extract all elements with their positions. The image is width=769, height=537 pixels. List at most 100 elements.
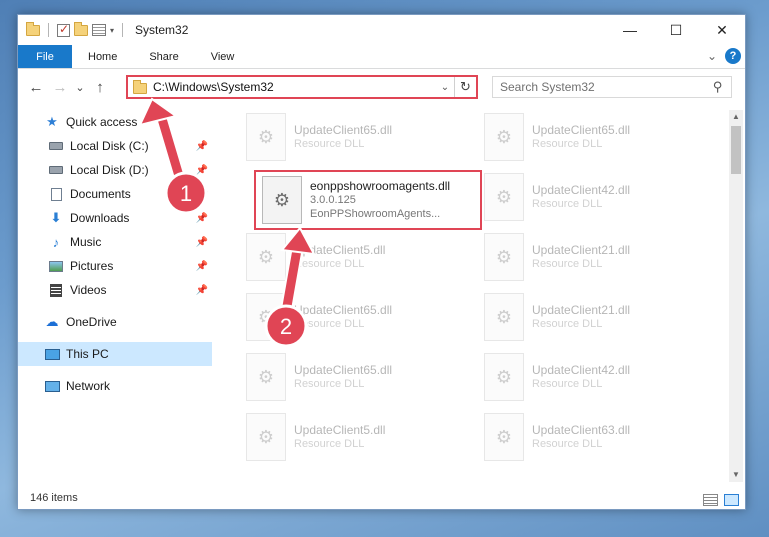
- close-button[interactable]: ✕: [699, 15, 745, 45]
- search-icon[interactable]: ⚲: [713, 79, 723, 95]
- pin-icon[interactable]: 📌: [196, 213, 208, 224]
- sidebar-item-downloads[interactable]: ⬇ Downloads 📌: [18, 206, 212, 230]
- address-path[interactable]: C:\Windows\System32: [153, 80, 436, 94]
- help-icon[interactable]: ?: [725, 48, 741, 64]
- computer-icon: [44, 346, 60, 362]
- view-buttons: [703, 494, 739, 506]
- sidebar-item-label: This PC: [66, 347, 109, 361]
- file-item[interactable]: UpdateClient21.dll Resource DLL: [478, 290, 706, 344]
- details-view-icon[interactable]: [703, 494, 718, 506]
- search-input[interactable]: Search System32 ⚲: [492, 76, 732, 98]
- file-type: Resource DLL: [532, 318, 603, 330]
- properties-icon[interactable]: [92, 24, 106, 36]
- file-item[interactable]: UpdateClient65.dll Resource DLL: [240, 110, 468, 164]
- pin-icon[interactable]: 📌: [196, 285, 208, 296]
- file-name: UpdateClient63.dll: [532, 423, 631, 437]
- sidebar-item-pictures[interactable]: Pictures 📌: [18, 254, 212, 278]
- tab-share[interactable]: Share: [133, 45, 194, 68]
- tab-home[interactable]: Home: [72, 45, 133, 68]
- search-placeholder: Search System32: [500, 80, 595, 94]
- dll-file-icon: [262, 176, 302, 224]
- file-text: UpdateClient65.dll Resource DLL: [294, 123, 392, 151]
- dll-file-icon: [484, 173, 524, 221]
- sidebar-item-this-pc[interactable]: This PC: [18, 342, 212, 366]
- scroll-thumb[interactable]: [731, 126, 741, 174]
- pin-icon[interactable]: 📌: [196, 237, 208, 248]
- address-bar[interactable]: C:\Windows\System32 ⌄ ↻: [126, 75, 478, 99]
- scroll-down-arrow-icon[interactable]: ▼: [729, 468, 743, 482]
- file-type: Resource DLL: [294, 318, 365, 330]
- highlighted-file-item[interactable]: eonppshowroomagents.dll 3.0.0.125 EonPPS…: [254, 170, 482, 230]
- scroll-up-arrow-icon[interactable]: ▲: [729, 110, 743, 124]
- file-item[interactable]: UpdateClient42.dll Resource DLL: [478, 170, 706, 224]
- file-name: UpdateClient21.dll: [532, 243, 631, 257]
- recent-locations-button[interactable]: ⌄: [72, 81, 88, 94]
- tiles-view-icon[interactable]: [724, 494, 739, 506]
- file-type: Resource DLL: [294, 378, 365, 390]
- sidebar-item-network[interactable]: Network: [18, 374, 212, 398]
- properties-check-icon[interactable]: [57, 22, 70, 37]
- file-name: UpdateClient65.dll: [294, 303, 393, 317]
- up-button[interactable]: ↑: [88, 79, 112, 96]
- customize-toolbar-arrow-icon[interactable]: ▾: [110, 26, 114, 35]
- file-text: UpdateClient42.dll Resource DLL: [532, 183, 630, 211]
- maximize-button[interactable]: ☐: [653, 15, 699, 45]
- sidebar-item-quick-access[interactable]: ★ Quick access: [18, 110, 212, 134]
- sidebar-item-music[interactable]: ♪ Music 📌: [18, 230, 212, 254]
- file-text: UpdateClient21.dll Resource DLL: [532, 303, 630, 331]
- vertical-scrollbar[interactable]: ▲ ▼: [729, 110, 743, 482]
- expand-ribbon-icon[interactable]: ⌄: [707, 49, 717, 63]
- file-version: 3.0.0.125: [310, 194, 356, 206]
- file-item[interactable]: UpdateClient21.dll Resource DLL: [478, 230, 706, 284]
- folder-icon[interactable]: [26, 21, 40, 36]
- tab-file[interactable]: File: [18, 45, 72, 68]
- file-item[interactable]: UpdateClient65.dll Resource DLL: [240, 290, 468, 344]
- refresh-button[interactable]: ↻: [454, 77, 476, 97]
- file-list: UpdateClient65.dll Resource DLL eonppsho…: [228, 110, 728, 480]
- back-button[interactable]: ←: [24, 79, 48, 96]
- sidebar-item-local-disk-d[interactable]: Local Disk (D:) 📌: [18, 158, 212, 182]
- file-type: Resource DLL: [294, 258, 365, 270]
- file-item[interactable]: UpdateClient65.dll Resource DLL: [240, 350, 468, 404]
- sidebar-item-label: Pictures: [70, 259, 114, 273]
- file-item[interactable]: UpdateClient5.dll Resource DLL: [240, 410, 468, 464]
- star-icon: ★: [46, 114, 58, 129]
- file-item[interactable]: UpdateClient5.dll Resource DLL: [240, 230, 468, 284]
- dll-file-icon: [484, 293, 524, 341]
- new-folder-icon[interactable]: [74, 21, 88, 36]
- file-text: UpdateClient63.dll Resource DLL: [532, 423, 630, 451]
- dll-file-icon: [246, 293, 286, 341]
- file-text: UpdateClient5.dll Resource DLL: [294, 243, 385, 271]
- pin-icon[interactable]: 📌: [196, 261, 208, 272]
- address-dropdown-button[interactable]: ⌄: [436, 82, 454, 93]
- minimize-button[interactable]: —: [607, 15, 653, 45]
- sidebar-item-label: Network: [66, 379, 111, 393]
- network-icon: [44, 378, 60, 394]
- file-type: Resource DLL: [532, 138, 603, 150]
- title-bar: ▾ System32 — ☐ ✕: [18, 15, 745, 45]
- file-item[interactable]: UpdateClient42.dll Resource DLL: [478, 350, 706, 404]
- forward-button[interactable]: →: [48, 79, 72, 96]
- drive-icon: [48, 162, 64, 178]
- pin-icon[interactable]: 📌: [196, 189, 208, 200]
- dll-file-icon: [246, 413, 286, 461]
- drive-icon: [48, 138, 64, 154]
- file-text: UpdateClient65.dll Resource DLL: [294, 303, 392, 331]
- file-type: Resource DLL: [294, 438, 365, 450]
- file-item[interactable]: UpdateClient63.dll Resource DLL: [478, 410, 706, 464]
- dll-file-icon: [484, 413, 524, 461]
- pin-icon[interactable]: 📌: [196, 165, 208, 176]
- sidebar-item-local-disk-c[interactable]: Local Disk (C:) 📌: [18, 134, 212, 158]
- sidebar-item-onedrive[interactable]: ☁ OneDrive: [18, 310, 212, 334]
- navigation-pane: ★ Quick access Local Disk (C:) 📌 Local D…: [18, 110, 212, 480]
- dll-file-icon: [484, 353, 524, 401]
- pin-icon[interactable]: 📌: [196, 141, 208, 152]
- file-item[interactable]: UpdateClient65.dll Resource DLL: [478, 110, 706, 164]
- cloud-icon: ☁: [45, 314, 59, 329]
- window-controls: — ☐ ✕: [607, 15, 745, 45]
- file-description: EonPPShowroomAgents...: [310, 208, 441, 220]
- sidebar-item-videos[interactable]: Videos 📌: [18, 278, 212, 302]
- tab-view[interactable]: View: [195, 45, 251, 68]
- sidebar-item-documents[interactable]: Documents 📌: [18, 182, 212, 206]
